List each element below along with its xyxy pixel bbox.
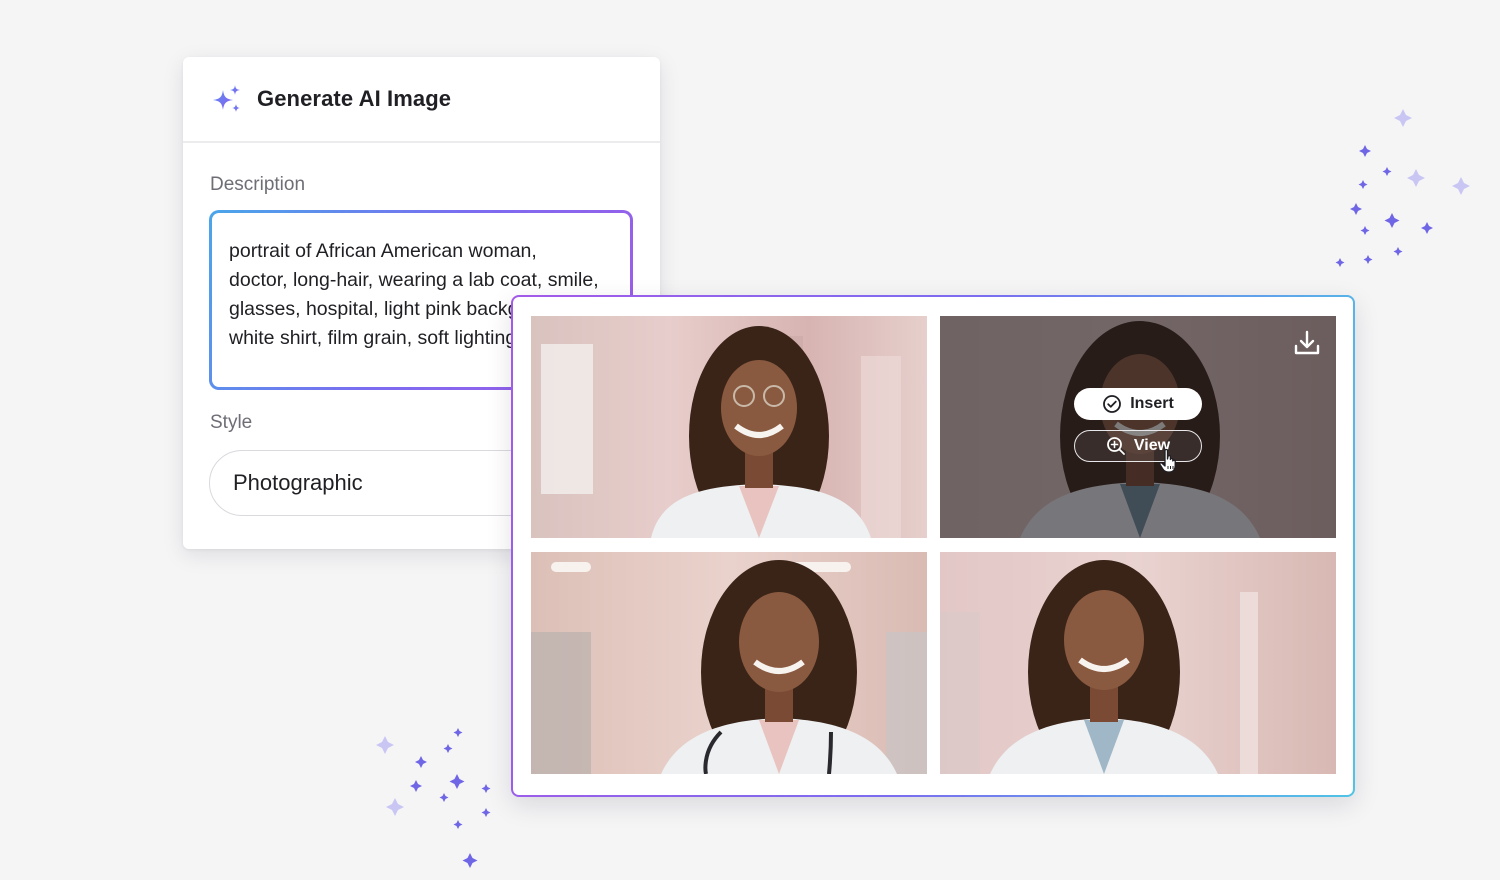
panel-header: Generate AI Image xyxy=(183,57,660,143)
portrait-image xyxy=(940,552,1336,774)
sparkles-icon xyxy=(213,85,240,112)
hand-pointer-cursor-icon xyxy=(1159,448,1176,473)
generated-images-card: Insert View xyxy=(511,295,1355,797)
download-icon[interactable] xyxy=(1292,328,1322,358)
view-button[interactable]: View xyxy=(1074,430,1202,462)
zoom-in-icon xyxy=(1107,437,1125,455)
insert-button-label: Insert xyxy=(1130,395,1174,412)
generated-image-3[interactable] xyxy=(531,552,927,774)
hover-overlay xyxy=(940,316,1336,538)
decorative-sparkles-top-right xyxy=(1335,109,1470,267)
style-label: Style xyxy=(210,412,253,433)
insert-button[interactable]: Insert xyxy=(1074,388,1202,420)
generated-image-2[interactable]: Insert View xyxy=(940,316,1336,538)
style-select-value: Photographic xyxy=(233,470,363,495)
check-circle-icon xyxy=(1103,395,1122,413)
generated-image-4[interactable] xyxy=(940,552,1336,774)
panel-title: Generate AI Image xyxy=(257,86,452,111)
decorative-sparkles-bottom-left xyxy=(376,728,491,868)
description-label: Description xyxy=(210,174,306,195)
generated-image-1[interactable] xyxy=(531,316,927,538)
portrait-image xyxy=(531,552,927,774)
portrait-image xyxy=(531,316,927,538)
